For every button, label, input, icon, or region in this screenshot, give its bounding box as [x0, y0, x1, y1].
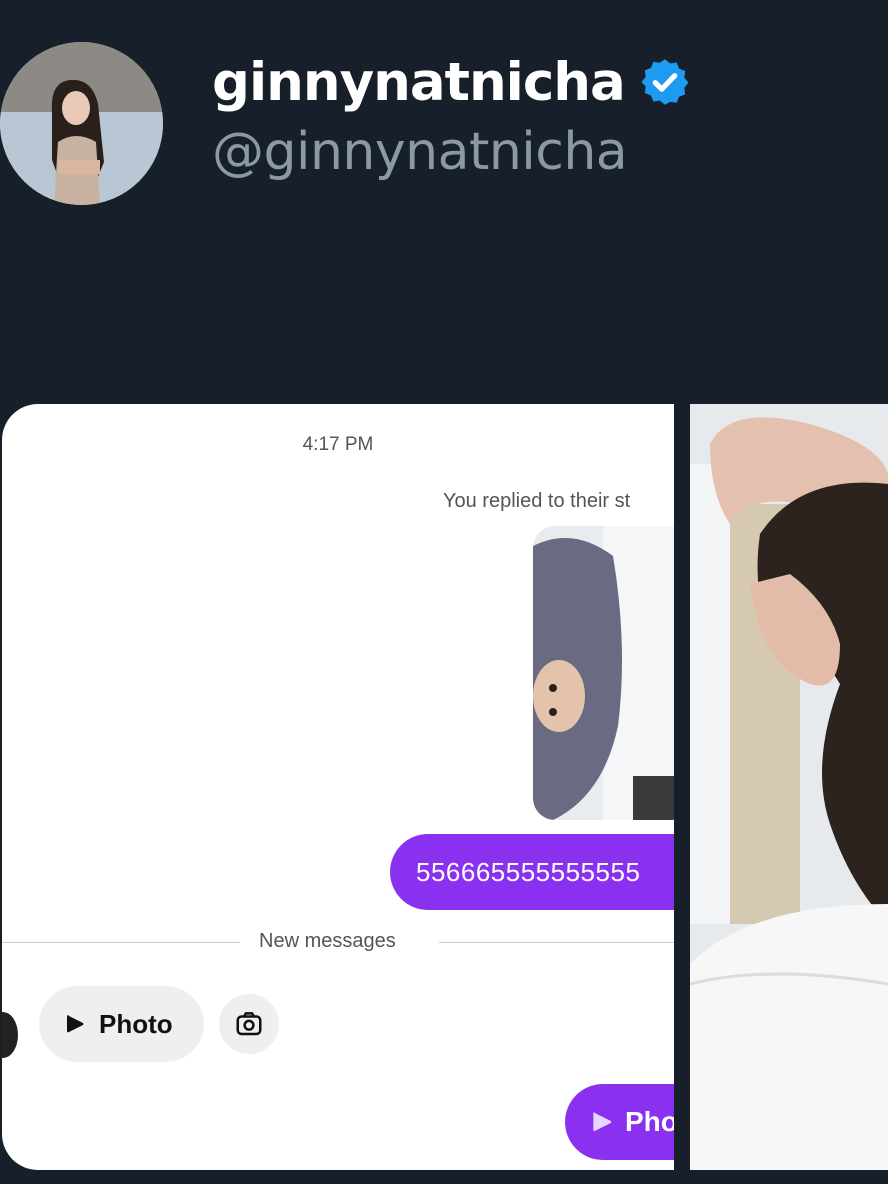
profile-handle: @ginnynatnicha [212, 122, 628, 182]
new-messages-divider: New messages [259, 930, 396, 952]
camera-icon [236, 1012, 262, 1036]
story-image [533, 526, 674, 820]
camera-button[interactable] [219, 994, 279, 1054]
verified-badge-icon [641, 59, 689, 105]
photo-button-sent-label: Pho [625, 1106, 674, 1137]
sender-avatar[interactable] [2, 1012, 18, 1058]
divider-line [2, 942, 240, 943]
story-thumbnail[interactable] [533, 526, 674, 820]
side-photo-image [690, 404, 888, 1170]
photo-button[interactable]: Photo [39, 986, 204, 1062]
play-icon [67, 1015, 84, 1033]
divider-line [439, 942, 674, 943]
story-reply-note: You replied to their st [443, 490, 631, 512]
avatar-photo [0, 42, 163, 205]
play-icon [593, 1112, 612, 1132]
photo-button-sent[interactable]: Pho [565, 1084, 674, 1160]
message-timestamp: 4:17 PM [302, 434, 374, 455]
display-name: ginnynatnicha [212, 51, 626, 113]
profile-avatar[interactable] [0, 42, 163, 205]
photo-button-label: Photo [99, 1008, 173, 1039]
profile-name-row: ginnynatnicha [212, 50, 691, 114]
side-photo[interactable] [690, 404, 888, 1170]
sent-message-bubble: 556665555555555 [390, 834, 674, 910]
dm-screenshot: 4:17 PM You replied to their st 55666555… [2, 404, 674, 1170]
